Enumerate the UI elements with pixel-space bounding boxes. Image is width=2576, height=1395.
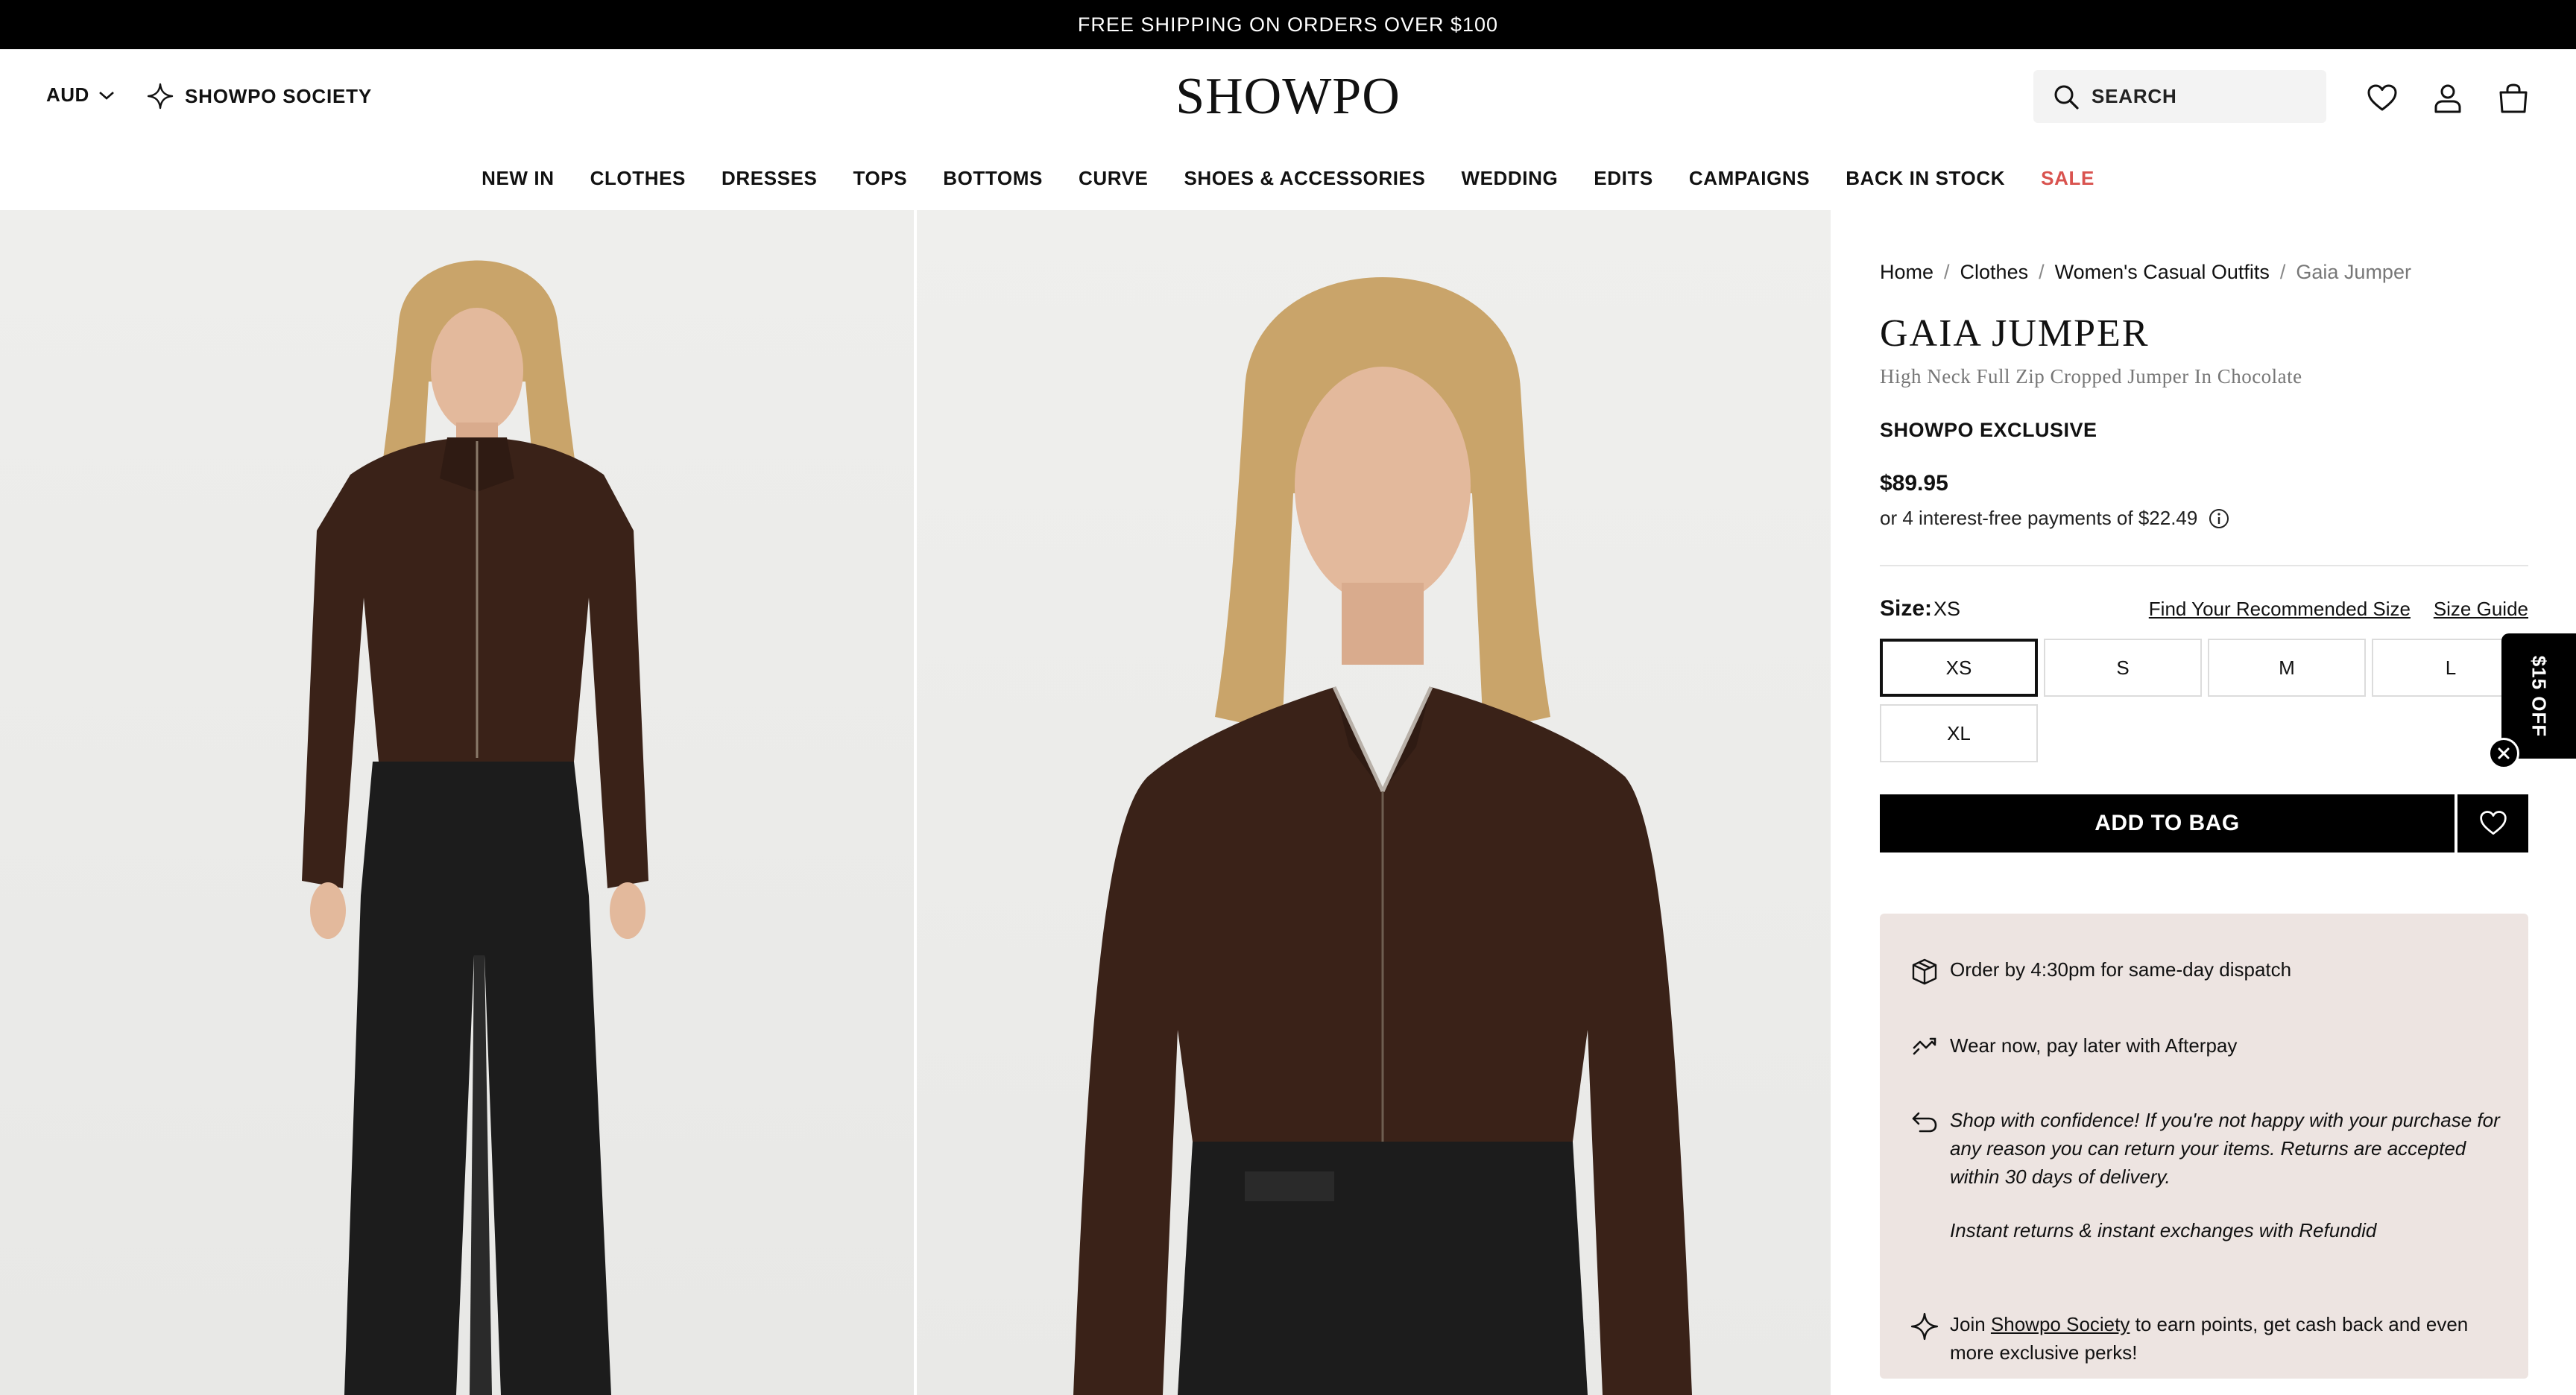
product-title: GAIA JUMPER xyxy=(1880,312,2150,355)
find-recommended-size-link[interactable]: Find Your Recommended Size xyxy=(2149,598,2411,621)
breadcrumb-home[interactable]: Home xyxy=(1880,261,1933,284)
society-text-pre: Join xyxy=(1950,1313,1991,1335)
account-icon[interactable] xyxy=(2431,82,2464,115)
dispatch-text: Order by 4:30pm for same-day dispatch xyxy=(1950,958,2292,981)
size-option-xl[interactable]: XL xyxy=(1880,704,2038,762)
info-icon[interactable] xyxy=(2208,507,2230,530)
bag-icon[interactable] xyxy=(2497,82,2530,115)
discount-tab-label: $15 OFF xyxy=(2528,655,2551,737)
nav-item-campaigns[interactable]: CAMPAIGNS xyxy=(1689,167,1810,190)
nav-item-curve[interactable]: CURVE xyxy=(1079,167,1149,190)
search-placeholder: SEARCH xyxy=(2092,85,2177,107)
site-header: AUD SHOWPO SOCIETY SHOWPO SEARCH xyxy=(0,49,2576,146)
nav-item-bottoms[interactable]: BOTTOMS xyxy=(943,167,1043,190)
nav-item-new-in[interactable]: NEW IN xyxy=(482,167,554,190)
delivery-info-box: Order by 4:30pm for same-day dispatch We… xyxy=(1880,914,2528,1379)
nav-item-shoes-accessories[interactable]: SHOES & ACCESSORIES xyxy=(1184,167,1425,190)
search-icon xyxy=(2054,85,2079,110)
breadcrumb: Home / Clothes / Women's Casual Outfits … xyxy=(1880,261,2411,284)
nav-item-back-in-stock[interactable]: BACK IN STOCK xyxy=(1846,167,2005,190)
product-subtitle: High Neck Full Zip Cropped Jumper In Cho… xyxy=(1880,365,2302,388)
add-to-bag-button[interactable]: ADD TO BAG xyxy=(1880,794,2455,852)
model-closeup-illustration xyxy=(1073,277,1692,1395)
main-nav: NEW IN CLOTHES DRESSES TOPS BOTTOMS CURV… xyxy=(0,146,2576,210)
nav-item-dresses[interactable]: DRESSES xyxy=(722,167,817,190)
package-icon xyxy=(1912,958,1937,985)
announcement-text: FREE SHIPPING ON ORDERS OVER $100 xyxy=(1077,13,1499,36)
divider xyxy=(1880,565,2528,566)
return-arrow-icon xyxy=(1912,1112,1937,1133)
refundid-text: Instant returns & instant exchanges with… xyxy=(1950,1219,2377,1241)
exclusive-badge: SHOWPO EXCLUSIVE xyxy=(1880,419,2097,441)
size-option-s[interactable]: S xyxy=(2044,639,2202,697)
size-guide-link[interactable]: Size Guide xyxy=(2434,598,2528,621)
nav-item-sale[interactable]: SALE xyxy=(2041,167,2094,190)
size-option-m[interactable]: M xyxy=(2208,639,2366,697)
wishlist-button[interactable] xyxy=(2457,794,2528,852)
nav-item-clothes[interactable]: CLOTHES xyxy=(590,167,686,190)
size-option-xs[interactable]: XS xyxy=(1880,639,2038,697)
sparkle-icon xyxy=(1910,1312,1939,1341)
selected-size-value: XS xyxy=(1933,598,1961,620)
showpo-society-inline-link[interactable]: Showpo Society xyxy=(1991,1313,2130,1335)
product-price: $89.95 xyxy=(1880,471,1948,496)
installment-info: or 4 interest-free payments of $22.49 xyxy=(1880,507,2230,530)
breadcrumb-clothes[interactable]: Clothes xyxy=(1960,261,2029,284)
afterpay-icon xyxy=(1913,1037,1936,1055)
discount-close-button[interactable] xyxy=(2488,738,2519,769)
model-full-length-illustration xyxy=(302,260,648,1395)
breadcrumb-separator: / xyxy=(2039,261,2045,283)
heart-icon xyxy=(2479,811,2507,835)
search-input[interactable]: SEARCH xyxy=(2033,70,2326,123)
product-image-1[interactable] xyxy=(0,210,914,1395)
heart-icon[interactable] xyxy=(2366,82,2399,115)
announcement-bar: FREE SHIPPING ON ORDERS OVER $100 xyxy=(0,0,2576,49)
size-header: Size: XS Find Your Recommended Size Size… xyxy=(1880,596,2528,623)
nav-item-edits[interactable]: EDITS xyxy=(1594,167,1653,190)
product-image-2[interactable] xyxy=(917,210,1831,1395)
breadcrumb-current: Gaia Jumper xyxy=(2296,261,2411,283)
nav-item-wedding[interactable]: WEDDING xyxy=(1461,167,1558,190)
close-icon xyxy=(2498,747,2510,759)
returns-text: Shop with confidence! If you're not happ… xyxy=(1950,1109,2500,1188)
installment-text: or 4 interest-free payments of $22.49 xyxy=(1880,507,2198,529)
breadcrumb-separator: / xyxy=(1944,261,1950,283)
nav-item-tops[interactable]: TOPS xyxy=(853,167,907,190)
breadcrumb-separator: / xyxy=(2279,261,2286,283)
afterpay-text: Wear now, pay later with Afterpay xyxy=(1950,1034,2238,1057)
breadcrumb-casual-outfits[interactable]: Women's Casual Outfits xyxy=(2055,261,2270,284)
size-label: Size: xyxy=(1880,596,1933,621)
society-text: Join Showpo Society to earn points, get … xyxy=(1950,1310,2501,1367)
